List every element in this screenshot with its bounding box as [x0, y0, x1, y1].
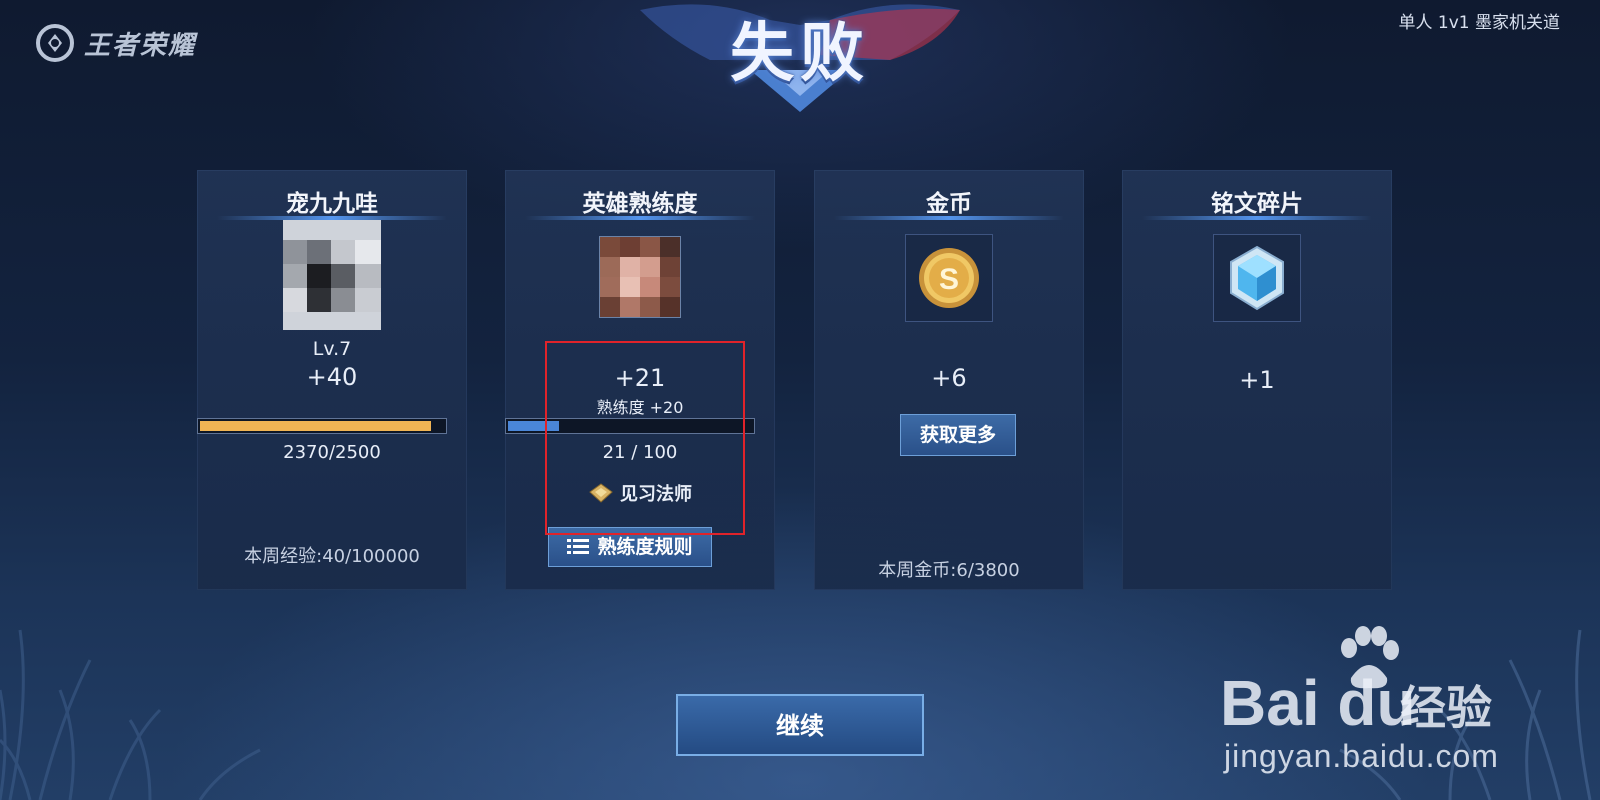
- get-more-gold-button[interactable]: 获取更多: [900, 414, 1016, 456]
- player-exp-bar: [197, 418, 447, 434]
- player-exp-bar-fill: [200, 421, 431, 431]
- player-avatar: [283, 220, 381, 330]
- gold-gain: +6: [931, 364, 967, 392]
- continue-button[interactable]: 继续: [676, 694, 924, 756]
- gold-coin-icon: S: [905, 234, 993, 322]
- defeat-banner: 失败: [600, 0, 1000, 120]
- game-mode-label: 单人 1v1 墨家机关道: [1398, 13, 1561, 33]
- player-exp-text: 2370/2500: [283, 442, 381, 463]
- logo-text: 王者荣耀: [84, 30, 197, 61]
- player-exp-card: 宠九九哇 Lv.7 +40 2370/2500 本周经验:40/100000: [197, 170, 467, 590]
- gold-card: 金币 S +6 获取更多 本周金币:6/3800: [814, 170, 1084, 590]
- game-logo: 王者荣耀: [34, 22, 196, 64]
- inscription-shard-icon: [1213, 234, 1301, 322]
- gold-title: 金币: [926, 191, 972, 217]
- title-underline: [1142, 216, 1372, 220]
- hero-mastery-title: 英雄熟练度: [582, 191, 698, 217]
- inscription-title: 铭文碎片: [1211, 191, 1303, 217]
- player-level: Lv.7: [312, 338, 352, 360]
- list-icon: [567, 539, 590, 554]
- highlight-box: [545, 341, 745, 535]
- watermark-brand: Bai du: [1220, 667, 1416, 739]
- svg-text:S: S: [939, 263, 959, 296]
- hero-portrait: [599, 236, 681, 318]
- inscription-gain: +1: [1239, 366, 1275, 394]
- player-exp-gain: +40: [306, 363, 358, 391]
- watermark-url: jingyan.baidu.com: [1224, 738, 1499, 774]
- weekly-gold: 本周金币:6/3800: [878, 560, 1020, 581]
- logo-icon: [36, 24, 74, 62]
- weekly-exp: 本周经验:40/100000: [244, 546, 420, 567]
- player-name: 宠九九哇: [286, 191, 378, 217]
- baidu-jingyan-watermark: Bai du 经验 jingyan.baidu.com: [1220, 626, 1520, 776]
- watermark-product: 经验: [1400, 681, 1492, 735]
- result-title: 失败: [730, 17, 870, 91]
- title-underline: [834, 216, 1064, 220]
- inscription-card: 铭文碎片 +1: [1122, 170, 1392, 590]
- title-underline: [525, 216, 755, 220]
